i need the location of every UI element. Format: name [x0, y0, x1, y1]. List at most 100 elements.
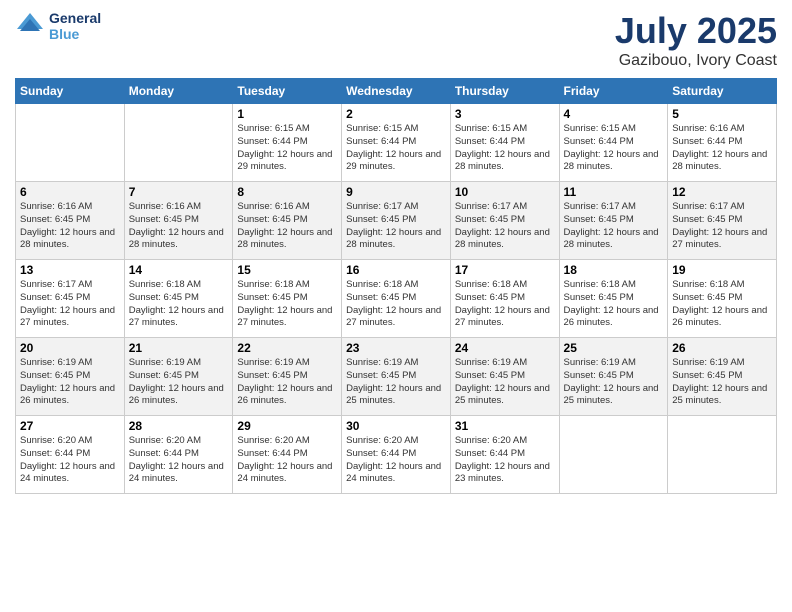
- day-info: Sunrise: 6:20 AMSunset: 6:44 PMDaylight:…: [20, 435, 120, 486]
- day-info: Sunrise: 6:20 AMSunset: 6:44 PMDaylight:…: [455, 435, 555, 486]
- day-info: Sunrise: 6:17 AMSunset: 6:45 PMDaylight:…: [455, 201, 555, 252]
- day-number: 23: [346, 341, 446, 355]
- day-info: Sunrise: 6:18 AMSunset: 6:45 PMDaylight:…: [129, 279, 229, 330]
- header: General Blue July 2025 Gazibouo, Ivory C…: [15, 10, 777, 70]
- day-number: 29: [237, 419, 337, 433]
- weekday-header-tuesday: Tuesday: [233, 79, 342, 104]
- day-number: 6: [20, 185, 120, 199]
- day-number: 22: [237, 341, 337, 355]
- calendar-cell: 15 Sunrise: 6:18 AMSunset: 6:45 PMDayligh…: [233, 260, 342, 338]
- day-number: 19: [672, 263, 772, 277]
- calendar-table: SundayMondayTuesdayWednesdayThursdayFrid…: [15, 78, 777, 494]
- calendar-cell: 30Sunrise: 6:20 AMSunset: 6:44 PMDayligh…: [342, 416, 451, 494]
- day-number: 14: [129, 263, 229, 277]
- calendar-cell: 7 Sunrise: 6:16 AMSunset: 6:45 PMDaylight…: [124, 182, 233, 260]
- day-number: 5: [672, 107, 772, 121]
- calendar-cell: 3Sunrise: 6:15 AMSunset: 6:44 PMDaylight…: [450, 104, 559, 182]
- day-number: 16: [346, 263, 446, 277]
- calendar-cell: 13 Sunrise: 6:17 AMSunset: 6:45 PMDayligh…: [16, 260, 125, 338]
- day-number: 13: [20, 263, 120, 277]
- day-info: Sunrise: 6:19 AMSunset: 6:45 PMDaylight:…: [20, 357, 120, 408]
- day-info: Sunrise: 6:17 AMSunset: 6:45 PMDaylight:…: [672, 201, 772, 252]
- day-number: 3: [455, 107, 555, 121]
- header-row: SundayMondayTuesdayWednesdayThursdayFrid…: [16, 79, 777, 104]
- week-row-4: 20Sunrise: 6:19 AMSunset: 6:45 PMDayligh…: [16, 338, 777, 416]
- calendar-cell: 19 Sunrise: 6:18 AMSunset: 6:45 PMDayligh…: [668, 260, 777, 338]
- day-info: Sunrise: 6:16 AMSunset: 6:44 PMDaylight:…: [672, 123, 772, 174]
- calendar-cell: 14 Sunrise: 6:18 AMSunset: 6:45 PMDayligh…: [124, 260, 233, 338]
- day-number: 27: [20, 419, 120, 433]
- day-number: 8: [237, 185, 337, 199]
- calendar-cell: 9 Sunrise: 6:17 AMSunset: 6:45 PMDaylight…: [342, 182, 451, 260]
- calendar-cell: 6 Sunrise: 6:16 AMSunset: 6:45 PMDaylight…: [16, 182, 125, 260]
- day-info: Sunrise: 6:18 AMSunset: 6:45 PMDaylight:…: [455, 279, 555, 330]
- calendar-cell: 2Sunrise: 6:15 AMSunset: 6:44 PMDaylight…: [342, 104, 451, 182]
- day-info: Sunrise: 6:17 AMSunset: 6:45 PMDaylight:…: [346, 201, 446, 252]
- day-info: Sunrise: 6:18 AMSunset: 6:45 PMDaylight:…: [346, 279, 446, 330]
- main-title: July 2025: [615, 10, 777, 52]
- day-info: Sunrise: 6:15 AMSunset: 6:44 PMDaylight:…: [237, 123, 337, 174]
- day-number: 24: [455, 341, 555, 355]
- day-info: Sunrise: 6:18 AMSunset: 6:45 PMDaylight:…: [237, 279, 337, 330]
- day-info: Sunrise: 6:17 AMSunset: 6:45 PMDaylight:…: [20, 279, 120, 330]
- day-number: 31: [455, 419, 555, 433]
- title-block: July 2025 Gazibouo, Ivory Coast: [615, 10, 777, 70]
- day-number: 11: [564, 185, 664, 199]
- day-info: Sunrise: 6:16 AMSunset: 6:45 PMDaylight:…: [129, 201, 229, 252]
- calendar-cell: 12 Sunrise: 6:17 AMSunset: 6:45 PMDayligh…: [668, 182, 777, 260]
- calendar-cell: 16 Sunrise: 6:18 AMSunset: 6:45 PMDayligh…: [342, 260, 451, 338]
- day-number: 28: [129, 419, 229, 433]
- day-number: 25: [564, 341, 664, 355]
- calendar-cell: 26Sunrise: 6:19 AMSunset: 6:45 PMDayligh…: [668, 338, 777, 416]
- weekday-header-saturday: Saturday: [668, 79, 777, 104]
- calendar-cell: [124, 104, 233, 182]
- day-number: 12: [672, 185, 772, 199]
- calendar-cell: [559, 416, 668, 494]
- day-number: 21: [129, 341, 229, 355]
- calendar-cell: 31 Sunrise: 6:20 AMSunset: 6:44 PMDayligh…: [450, 416, 559, 494]
- day-info: Sunrise: 6:20 AMSunset: 6:44 PMDaylight:…: [346, 435, 446, 486]
- calendar-cell: 5 Sunrise: 6:16 AMSunset: 6:44 PMDaylight…: [668, 104, 777, 182]
- day-number: 15: [237, 263, 337, 277]
- calendar-cell: 27 Sunrise: 6:20 AMSunset: 6:44 PMDayligh…: [16, 416, 125, 494]
- day-number: 7: [129, 185, 229, 199]
- day-info: Sunrise: 6:17 AMSunset: 6:45 PMDaylight:…: [564, 201, 664, 252]
- day-info: Sunrise: 6:18 AMSunset: 6:45 PMDaylight:…: [672, 279, 772, 330]
- logo: General Blue: [15, 10, 101, 42]
- day-info: Sunrise: 6:19 AMSunset: 6:45 PMDaylight:…: [672, 357, 772, 408]
- weekday-header-wednesday: Wednesday: [342, 79, 451, 104]
- day-info: Sunrise: 6:19 AMSunset: 6:45 PMDaylight:…: [564, 357, 664, 408]
- calendar-cell: 11 Sunrise: 6:17 AMSunset: 6:45 PMDayligh…: [559, 182, 668, 260]
- day-info: Sunrise: 6:20 AMSunset: 6:44 PMDaylight:…: [237, 435, 337, 486]
- day-info: Sunrise: 6:19 AMSunset: 6:45 PMDaylight:…: [129, 357, 229, 408]
- day-info: Sunrise: 6:16 AMSunset: 6:45 PMDaylight:…: [20, 201, 120, 252]
- calendar-cell: 21 Sunrise: 6:19 AMSunset: 6:45 PMDayligh…: [124, 338, 233, 416]
- logo-text: General Blue: [49, 10, 101, 42]
- day-info: Sunrise: 6:20 AMSunset: 6:44 PMDaylight:…: [129, 435, 229, 486]
- week-row-3: 13 Sunrise: 6:17 AMSunset: 6:45 PMDayligh…: [16, 260, 777, 338]
- weekday-header-thursday: Thursday: [450, 79, 559, 104]
- calendar-cell: [668, 416, 777, 494]
- day-info: Sunrise: 6:18 AMSunset: 6:45 PMDaylight:…: [564, 279, 664, 330]
- location-subtitle: Gazibouo, Ivory Coast: [615, 52, 777, 70]
- page: General Blue July 2025 Gazibouo, Ivory C…: [0, 0, 792, 612]
- calendar-cell: 28 Sunrise: 6:20 AMSunset: 6:44 PMDayligh…: [124, 416, 233, 494]
- day-info: Sunrise: 6:15 AMSunset: 6:44 PMDaylight:…: [564, 123, 664, 174]
- calendar-cell: 29 Sunrise: 6:20 AMSunset: 6:44 PMDayligh…: [233, 416, 342, 494]
- weekday-header-sunday: Sunday: [16, 79, 125, 104]
- day-info: Sunrise: 6:19 AMSunset: 6:45 PMDaylight:…: [455, 357, 555, 408]
- calendar-cell: 20Sunrise: 6:19 AMSunset: 6:45 PMDayligh…: [16, 338, 125, 416]
- day-info: Sunrise: 6:19 AMSunset: 6:45 PMDaylight:…: [237, 357, 337, 408]
- logo-icon: [15, 11, 45, 41]
- week-row-2: 6 Sunrise: 6:16 AMSunset: 6:45 PMDaylight…: [16, 182, 777, 260]
- day-number: 9: [346, 185, 446, 199]
- calendar-cell: 24 Sunrise: 6:19 AMSunset: 6:45 PMDayligh…: [450, 338, 559, 416]
- calendar-cell: 17 Sunrise: 6:18 AMSunset: 6:45 PMDayligh…: [450, 260, 559, 338]
- day-number: 10: [455, 185, 555, 199]
- calendar-cell: [16, 104, 125, 182]
- calendar-cell: 25 Sunrise: 6:19 AMSunset: 6:45 PMDayligh…: [559, 338, 668, 416]
- day-number: 17: [455, 263, 555, 277]
- calendar-cell: 8Sunrise: 6:16 AMSunset: 6:45 PMDaylight…: [233, 182, 342, 260]
- calendar-cell: 18Sunrise: 6:18 AMSunset: 6:45 PMDayligh…: [559, 260, 668, 338]
- weekday-header-monday: Monday: [124, 79, 233, 104]
